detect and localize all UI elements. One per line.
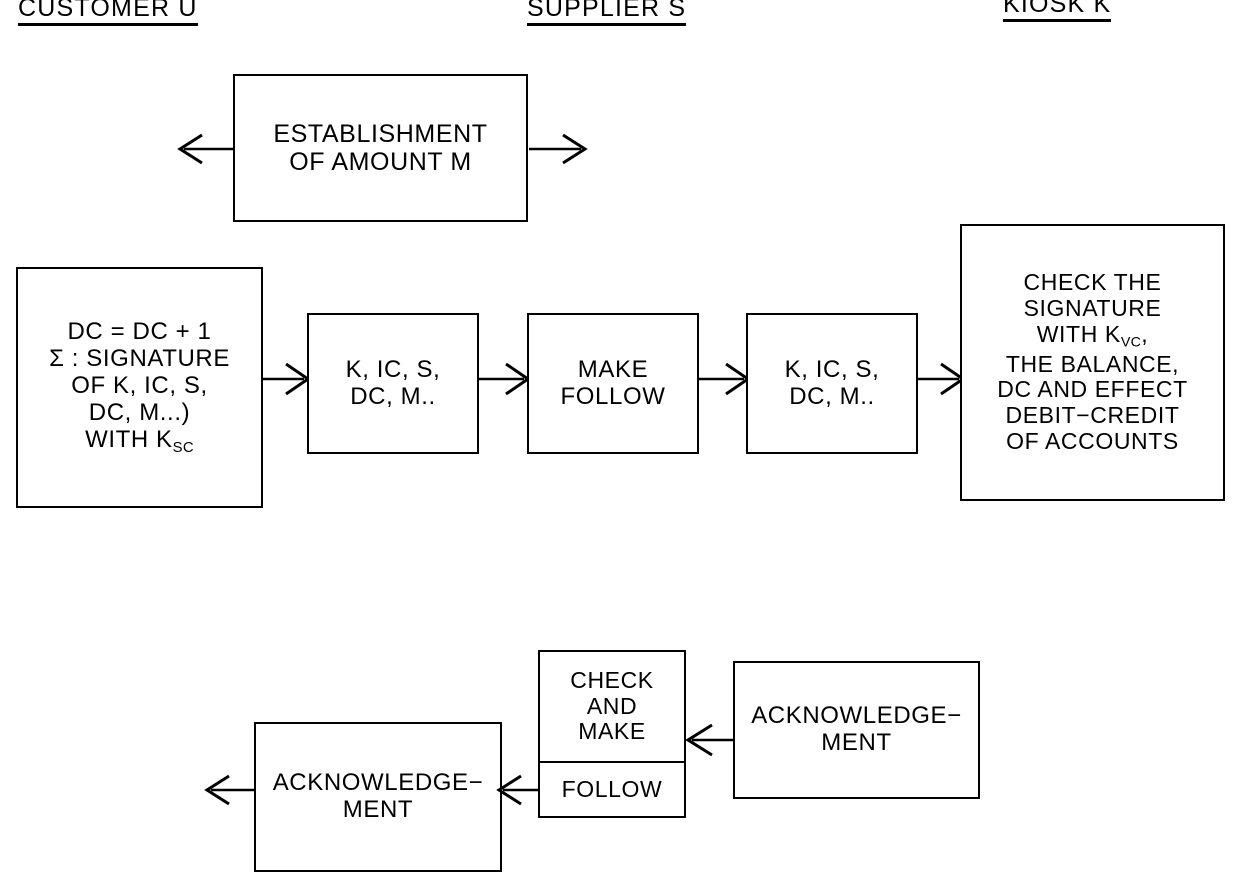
box-establishment-of-amount: ESTABLISHMENT OF AMOUNT M: [233, 74, 528, 222]
make-follow-line-2: FOLLOW: [560, 382, 666, 410]
connector-establishment-to-customer: [177, 131, 238, 167]
kiosk-check-line-3-suffix: ,: [1141, 320, 1149, 347]
box-kiosk-check: CHECK THE SIGNATURE WITH KVC, THE BALANC…: [960, 224, 1225, 501]
signature-line-dc: DC = DC + 1: [67, 318, 212, 346]
box-establishment-line-1: ESTABLISHMENT: [273, 120, 488, 148]
check-and-make-line-1: CHECK: [570, 666, 654, 693]
box-make-follow: MAKE FOLLOW: [527, 313, 699, 454]
lane-header-kiosk: KIOSK K: [1003, 0, 1112, 22]
kiosk-check-with-key-text: WITH K: [1036, 320, 1121, 347]
signature-line-sigma: Σ : SIGNATURE: [49, 344, 230, 372]
check-and-make-line-2: AND: [586, 692, 638, 719]
connector-follow-to-ack-left: [496, 772, 541, 808]
check-and-make-line-3: MAKE: [578, 718, 646, 745]
payload-right-line-1: K, IC, S,: [784, 355, 880, 383]
kiosk-check-line-2: SIGNATURE: [1023, 295, 1162, 322]
connector-payload-right-to-kiosk-check: [917, 361, 966, 397]
payload-left-line-1: K, IC, S,: [345, 355, 441, 383]
box-payload-right: K, IC, S, DC, M..: [746, 313, 918, 454]
box-check-and-make-follow: CHECK AND MAKE FOLLOW: [538, 650, 686, 818]
ack-left-line-2: MENT: [342, 796, 414, 823]
connector-establishment-to-supplier: [527, 131, 589, 167]
lane-header-customer: CUSTOMER U: [18, 0, 198, 26]
kiosk-check-line-5: DC AND EFFECT: [997, 376, 1188, 403]
check-and-make-upper: CHECK AND MAKE: [540, 652, 684, 763]
signature-key-subscript: SC: [172, 439, 194, 456]
payload-right-line-2: DC, M..: [789, 382, 875, 410]
check-and-make-follow-label: FOLLOW: [561, 775, 663, 802]
box-signature-computation: DC = DC + 1 Σ : SIGNATURE OF K, IC, S, D…: [16, 267, 263, 508]
kiosk-check-line-3: WITH KVC,: [1036, 320, 1149, 352]
signature-line-dcm: DC, M...): [88, 398, 191, 426]
signature-line-of: OF K, IC, S,: [71, 371, 208, 399]
ack-left-line-1: ACKNOWLEDGE−: [272, 769, 484, 797]
ack-right-line-2: MENT: [821, 729, 892, 756]
box-acknowledgement-left: ACKNOWLEDGE− MENT: [254, 722, 502, 872]
kiosk-check-line-7: OF ACCOUNTS: [1006, 427, 1179, 454]
connector-ack-right-to-check-and-make: [685, 722, 736, 758]
signature-line-with-key: WITH KSC: [85, 425, 194, 456]
ack-right-line-1: ACKNOWLEDGE−: [751, 702, 962, 730]
signature-with-key-text: WITH K: [85, 425, 173, 453]
lane-header-supplier: SUPPLIER S: [527, 0, 687, 26]
connector-signature-to-payload-left: [262, 361, 311, 397]
box-establishment-line-2: OF AMOUNT M: [289, 148, 472, 176]
kiosk-check-line-6: DEBIT−CREDIT: [1005, 402, 1180, 429]
payload-left-line-2: DC, M..: [350, 382, 436, 410]
make-follow-line-1: MAKE: [577, 355, 649, 383]
connector-payload-left-to-make-follow: [478, 361, 531, 397]
box-payload-left: K, IC, S, DC, M..: [307, 313, 479, 454]
box-acknowledgement-right: ACKNOWLEDGE− MENT: [733, 661, 980, 799]
diagram-canvas: CUSTOMER U SUPPLIER S KIOSK K ESTABLISHM…: [0, 0, 1240, 885]
kiosk-check-line-1: CHECK THE: [1023, 269, 1162, 296]
check-and-make-follow-section: FOLLOW: [540, 763, 684, 816]
kiosk-check-key-subscript: VC: [1120, 334, 1142, 351]
connector-make-follow-to-payload-right: [698, 361, 751, 397]
kiosk-check-line-4: THE BALANCE,: [1005, 350, 1180, 377]
